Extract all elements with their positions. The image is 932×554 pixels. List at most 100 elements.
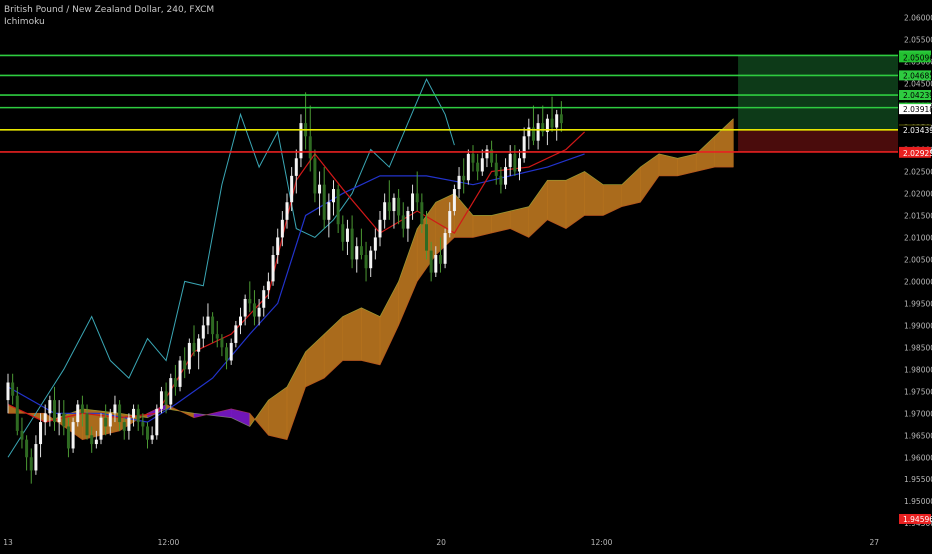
candle[interactable] [146, 422, 149, 449]
candle[interactable] [485, 145, 489, 168]
candle[interactable] [345, 219, 349, 256]
time-axis[interactable]: 1312:002012:002708:00Feb51012:001712:002… [0, 532, 932, 550]
candle[interactable] [383, 193, 387, 229]
candle[interactable] [318, 171, 322, 216]
candle[interactable] [169, 373, 173, 409]
candle[interactable] [57, 400, 61, 436]
candle[interactable] [48, 395, 52, 427]
candle[interactable] [20, 417, 24, 449]
candle-body [383, 202, 387, 220]
candle[interactable] [299, 114, 303, 168]
candle[interactable] [355, 237, 359, 273]
candle[interactable] [11, 373, 15, 405]
chart-root[interactable]: British Pound / New Zealand Dollar, 240,… [0, 0, 932, 550]
candle[interactable] [336, 184, 340, 234]
candle-body [62, 413, 66, 427]
candle[interactable] [341, 215, 345, 251]
candle[interactable] [53, 386, 56, 431]
candle[interactable] [373, 228, 377, 260]
candle[interactable] [248, 281, 252, 313]
candle-body [104, 417, 108, 427]
candle[interactable] [271, 246, 275, 286]
candle[interactable] [322, 167, 326, 229]
candle[interactable] [197, 334, 201, 370]
candle[interactable] [476, 153, 480, 181]
candle[interactable] [327, 193, 331, 238]
candle[interactable] [471, 145, 475, 172]
candle-body [355, 246, 359, 260]
candle[interactable] [178, 356, 182, 392]
candle[interactable] [387, 180, 391, 220]
candle[interactable] [550, 96, 554, 132]
candle[interactable] [229, 338, 233, 365]
candle[interactable] [518, 149, 521, 181]
candle[interactable] [522, 127, 526, 163]
candle[interactable] [397, 189, 401, 225]
indicator-label: Ichimoku [4, 17, 45, 27]
candle[interactable] [508, 145, 512, 176]
candle-body [499, 175, 503, 185]
candle[interactable] [541, 105, 545, 137]
candle[interactable] [211, 312, 215, 343]
candle[interactable] [443, 228, 447, 269]
candle[interactable] [452, 184, 456, 216]
candle[interactable] [401, 202, 405, 238]
candle[interactable] [99, 413, 103, 445]
candle[interactable] [155, 404, 159, 440]
candle[interactable] [559, 101, 563, 132]
candle[interactable] [29, 448, 33, 484]
candle[interactable] [466, 149, 470, 185]
candle[interactable] [304, 92, 308, 150]
candle[interactable] [527, 118, 531, 150]
candle[interactable] [406, 206, 410, 242]
candle[interactable] [234, 320, 238, 348]
candle-body [299, 123, 303, 159]
price-tick-label: 1.99000 [904, 321, 932, 330]
candle[interactable] [215, 320, 219, 348]
price-tick-label: 2.01500 [904, 211, 932, 220]
candle[interactable] [262, 285, 266, 317]
candle[interactable] [332, 180, 335, 216]
chart-svg[interactable]: 2.060002.055002.050002.045002.040002.035… [0, 0, 932, 550]
candle[interactable] [183, 347, 187, 379]
candle[interactable] [239, 307, 242, 335]
candle[interactable] [34, 435, 38, 475]
candle[interactable] [555, 109, 559, 141]
candle[interactable] [378, 211, 382, 247]
candle[interactable] [462, 158, 466, 194]
candle[interactable] [150, 426, 154, 445]
candle[interactable] [173, 364, 177, 396]
candle[interactable] [136, 404, 140, 431]
candle[interactable] [536, 114, 540, 150]
candle-body [215, 334, 219, 339]
candle[interactable] [504, 158, 508, 190]
candle[interactable] [369, 246, 373, 277]
candle[interactable] [15, 386, 19, 436]
candle[interactable] [359, 228, 363, 260]
candle[interactable] [415, 171, 419, 212]
candle-body [369, 250, 373, 269]
candle-body [15, 395, 19, 431]
candle[interactable] [350, 215, 354, 269]
candle[interactable] [494, 153, 498, 185]
candle[interactable] [490, 140, 494, 168]
candle[interactable] [192, 325, 196, 357]
candle[interactable] [364, 241, 368, 282]
candle[interactable] [71, 417, 75, 453]
candle[interactable] [225, 342, 229, 370]
candle[interactable] [531, 105, 535, 146]
candle[interactable] [313, 149, 317, 203]
candle[interactable] [187, 338, 191, 374]
price-axis[interactable]: 2.060002.055002.050002.045002.040002.035… [898, 0, 932, 550]
candle[interactable] [206, 303, 210, 335]
candle-body [476, 162, 480, 172]
candle[interactable] [252, 290, 256, 326]
candle[interactable] [25, 435, 29, 471]
candle[interactable] [392, 193, 396, 229]
candle[interactable] [480, 149, 484, 176]
candle-body [85, 413, 89, 436]
candle[interactable] [201, 316, 205, 348]
candle[interactable] [513, 145, 517, 176]
candle[interactable] [62, 400, 66, 436]
candle[interactable] [457, 167, 461, 198]
